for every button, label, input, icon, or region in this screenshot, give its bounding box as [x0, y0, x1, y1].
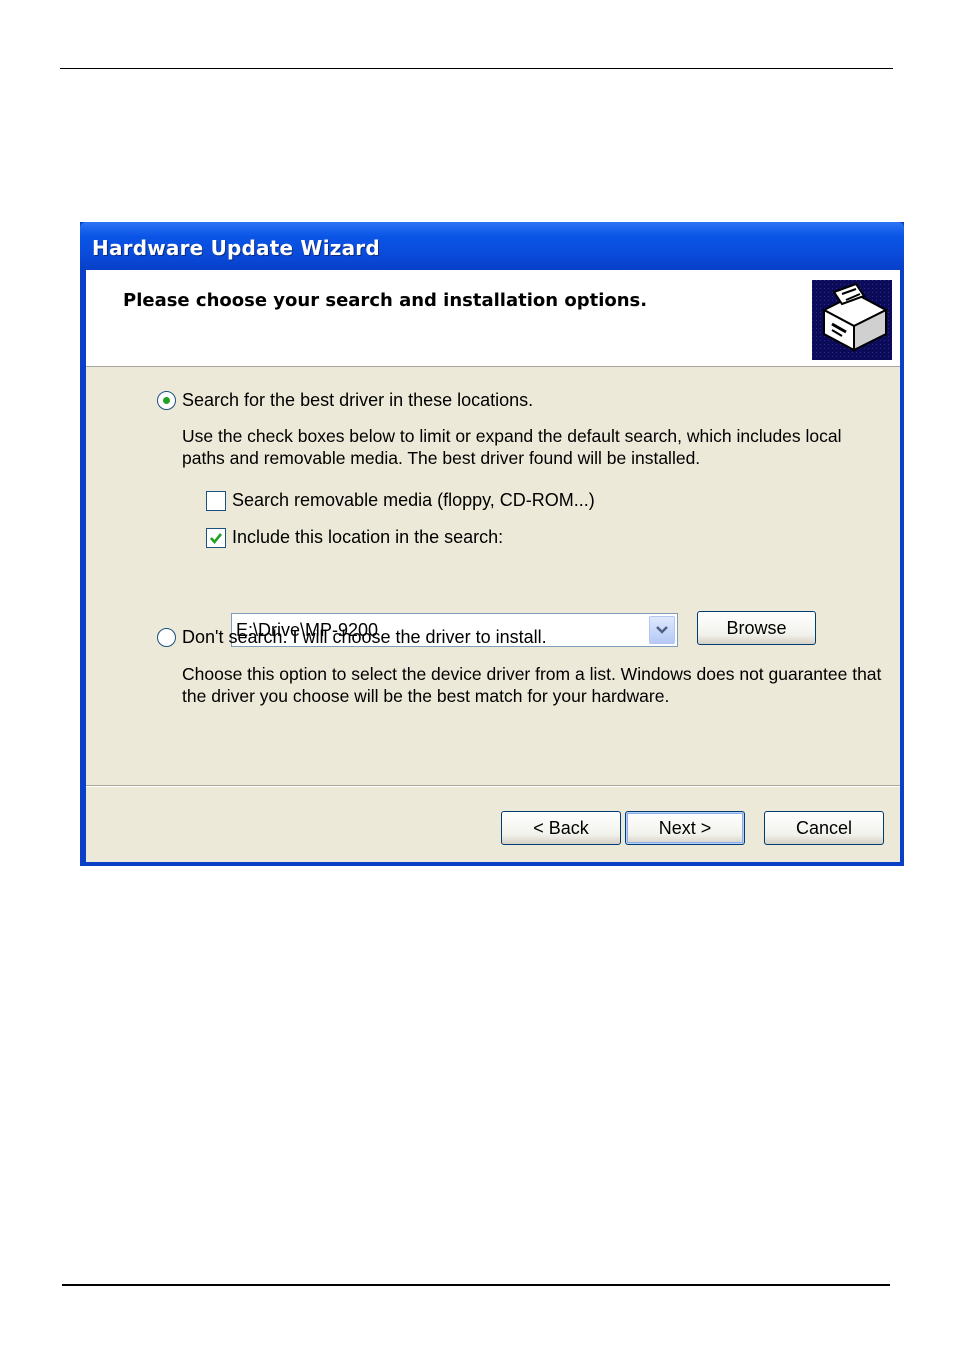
dont-search-option-description: Choose this option to select the device …: [182, 663, 881, 707]
dont-search-description-line-1: Choose this option to select the device …: [182, 664, 882, 684]
dont-search-description-line-2: the driver you choose will be the best m…: [182, 686, 670, 706]
dont-search-option-radio[interactable]: Don't search. I will choose the driver t…: [157, 627, 547, 648]
search-option-radio[interactable]: Search for the best driver in these loca…: [157, 390, 533, 411]
radio-selected-icon[interactable]: [157, 391, 176, 410]
browse-button[interactable]: Browse: [697, 611, 816, 645]
chevron-down-icon[interactable]: [649, 616, 675, 644]
cancel-button[interactable]: Cancel: [764, 811, 884, 845]
back-button[interactable]: < Back: [501, 811, 621, 845]
hardware-install-icon: [812, 280, 892, 360]
search-option-label: Search for the best driver in these loca…: [182, 390, 534, 410]
removable-media-label: Search removable media (floppy, CD-ROM..…: [232, 490, 595, 510]
wizard-header: Please choose your search and installati…: [86, 270, 900, 367]
dont-search-option-label: Don't search. I will choose the driver t…: [182, 627, 547, 647]
next-button[interactable]: Next >: [625, 811, 745, 845]
wizard-client-area: Please choose your search and installati…: [86, 270, 900, 862]
removable-media-checkbox[interactable]: Search removable media (floppy, CD-ROM..…: [206, 490, 595, 511]
button-area-separator: [86, 785, 900, 787]
title-bar[interactable]: Hardware Update Wizard: [80, 222, 904, 270]
checkbox-checked-icon[interactable]: [206, 527, 226, 548]
page-top-rule: [60, 68, 893, 69]
checkbox-unchecked-icon[interactable]: [206, 490, 226, 511]
header-title: Please choose your search and installati…: [123, 290, 648, 311]
window-title: Hardware Update Wizard: [92, 236, 380, 260]
page-bottom-rule: [62, 1284, 890, 1286]
search-option-description: Use the check boxes below to limit or ex…: [182, 425, 842, 469]
radio-unselected-icon[interactable]: [157, 628, 176, 647]
wizard-window: Hardware Update Wizard Please choose you…: [80, 222, 904, 866]
wizard-content: Search for the best driver in these loca…: [86, 367, 900, 785]
search-description-line-2: paths and removable media. The best driv…: [182, 448, 701, 468]
include-location-checkbox[interactable]: Include this location in the search:: [206, 527, 503, 548]
include-location-label: Include this location in the search:: [232, 527, 504, 547]
search-description-line-1: Use the check boxes below to limit or ex…: [182, 426, 842, 446]
